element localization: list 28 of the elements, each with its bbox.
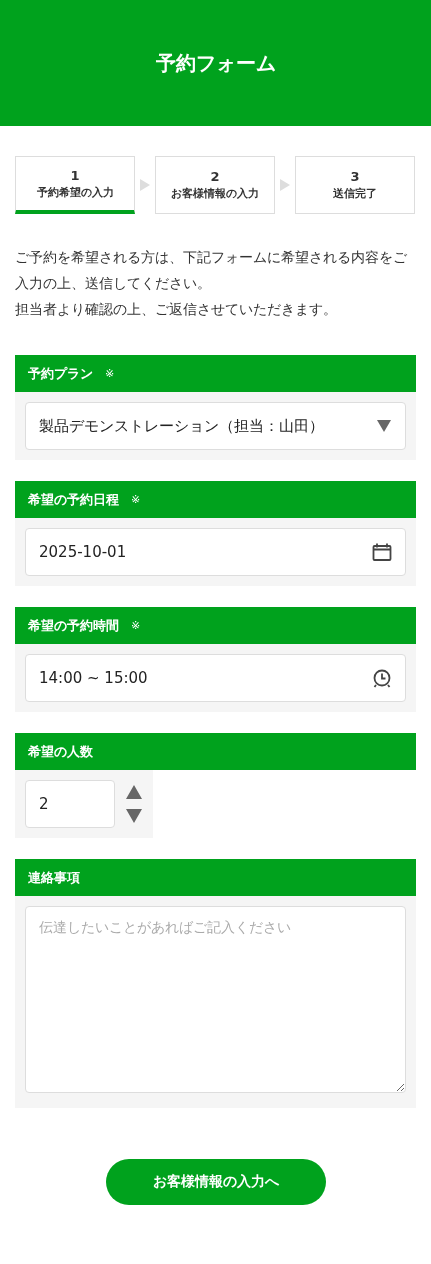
section-label: 予約プラン <box>28 364 93 383</box>
intro-text: ご予約を希望される方は、下記フォームに希望される内容をご入力の上、送信してください。 <box>15 248 408 293</box>
page-title: 予約フォーム <box>155 49 276 77</box>
required-mark: ※ <box>131 619 141 632</box>
clock-icon <box>372 668 392 688</box>
intro-text: 担当者より確認の上、ご返信させていただきます。 <box>15 300 338 319</box>
step-label: 予約希望の入力 <box>36 184 114 200</box>
message-field[interactable]: 伝達したいことがあればご記入ください <box>25 906 406 1093</box>
step-number: 1 <box>70 167 80 183</box>
step-label: 送信完了 <box>333 186 377 201</box>
date-field[interactable]: 2025-10-01 <box>25 528 406 576</box>
section-label: 希望の予約日程 <box>28 490 119 509</box>
section-label: 希望の人数 <box>28 742 93 761</box>
time-field[interactable]: 14:00 ~ 15:00 <box>25 654 406 702</box>
step-number: 2 <box>210 169 220 184</box>
number-field[interactable]: 2 <box>25 780 115 828</box>
calendar-icon <box>372 543 392 561</box>
select-field[interactable]: 製品デモンストレーション（担当：山田） <box>25 402 406 450</box>
caret-icon <box>376 419 392 433</box>
section-label: 連絡事項 <box>28 868 80 887</box>
required-mark: ※ <box>105 367 115 380</box>
spinner-icon[interactable] <box>125 783 143 825</box>
step-label: お客様情報の入力 <box>171 186 259 201</box>
step-arrow-icon <box>140 179 150 191</box>
step-arrow-icon <box>280 179 290 191</box>
step-number: 3 <box>350 169 360 184</box>
required-mark: ※ <box>131 493 141 506</box>
section-label: 希望の予約時間 <box>28 616 119 635</box>
